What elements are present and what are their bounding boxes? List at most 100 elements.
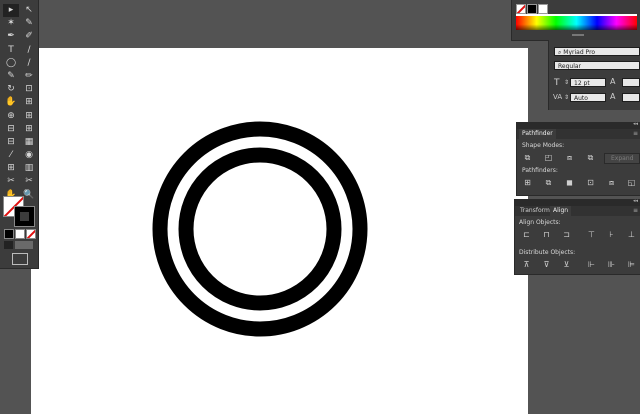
tool-5-0-icon[interactable]: ✎ bbox=[3, 70, 19, 83]
align-objects-label: Align Objects: bbox=[519, 219, 561, 226]
tool-9-0-icon[interactable]: ⊟ bbox=[3, 123, 19, 136]
distribute-left-icon[interactable]: ⊩ bbox=[587, 260, 596, 269]
expand-button[interactable]: Expand bbox=[604, 153, 640, 164]
minus-back-icon[interactable]: ◱ bbox=[627, 178, 636, 187]
concentric-circles-artwork[interactable] bbox=[150, 120, 372, 342]
tool-11-1-icon[interactable]: ◉ bbox=[21, 149, 37, 162]
align-left-icon[interactable]: ⊏ bbox=[522, 230, 531, 239]
minus-front-icon[interactable]: ◰ bbox=[544, 153, 553, 162]
tool-6-0-icon[interactable]: ↻ bbox=[3, 83, 19, 96]
tool-4-1-icon[interactable]: / bbox=[21, 57, 37, 70]
fill-none-swatch[interactable] bbox=[516, 4, 526, 14]
gradient-mode-swatch[interactable] bbox=[15, 229, 25, 239]
divide-icon[interactable]: ⊞ bbox=[523, 178, 532, 187]
color-panel bbox=[511, 0, 640, 41]
tracking-field[interactable] bbox=[622, 93, 640, 102]
tools-panel: ▸ ↖ ✶ ✎ ✒ ✐ T / ◯ / ✎ ✏ ↻ ⊡ ✋ ⊞ ⊕ ⊞ ⊟ ⊞ ⊟ ▦ ⁄ ◉ ⊞ ▥ ✂ ✂ ✋ 🔍 bbox=[0, 0, 39, 269]
tool-10-0-icon[interactable]: ⊟ bbox=[3, 136, 19, 149]
tab-pathfinder[interactable]: Pathfinder bbox=[519, 129, 556, 139]
font-family-field[interactable]: ⌕ Myriad Pro bbox=[554, 47, 640, 56]
collapse-icon[interactable]: ◂◂ bbox=[633, 198, 638, 204]
search-icon: ⌕ bbox=[558, 49, 562, 56]
distribute-hcenter-icon[interactable]: ⊪ bbox=[607, 260, 616, 269]
color-mode-swatch[interactable] bbox=[4, 229, 14, 239]
tool-0-0-icon[interactable]: ▸ bbox=[3, 4, 19, 17]
draw-behind-icon[interactable] bbox=[15, 241, 33, 249]
tool-12-0-icon[interactable]: ⊞ bbox=[3, 162, 19, 175]
color-spectrum[interactable] bbox=[516, 16, 637, 30]
collapse-icon[interactable]: ◂◂ bbox=[633, 121, 638, 127]
kerning-stepper[interactable]: ⇕ bbox=[564, 94, 569, 101]
tool-9-1-icon[interactable]: ⊞ bbox=[21, 123, 37, 136]
font-size-icon: T bbox=[554, 78, 560, 88]
tool-12-1-icon[interactable]: ▥ bbox=[21, 162, 37, 175]
leading-field[interactable] bbox=[622, 78, 640, 87]
tool-3-0-icon[interactable]: T bbox=[3, 44, 19, 57]
align-bottom-icon[interactable]: ⊥ bbox=[627, 230, 636, 239]
exclude-icon[interactable]: ⧉ bbox=[586, 153, 595, 162]
font-family-value: Myriad Pro bbox=[563, 49, 596, 56]
tool-10-1-icon[interactable]: ▦ bbox=[21, 136, 37, 149]
drawing-modes[interactable] bbox=[4, 241, 34, 249]
tool-4-0-icon[interactable]: ◯ bbox=[3, 57, 19, 70]
tool-13-1-icon[interactable]: ✂ bbox=[21, 175, 37, 188]
font-style-value: Regular bbox=[558, 63, 582, 70]
tool-11-0-icon[interactable]: ⁄ bbox=[3, 149, 19, 162]
tool-8-0-icon[interactable]: ⊕ bbox=[3, 110, 19, 123]
tool-8-1-icon[interactable]: ⊞ bbox=[21, 110, 37, 123]
panel-tabs: Pathfinder ≡ bbox=[517, 129, 640, 139]
tool-2-1-icon[interactable]: ✐ bbox=[21, 30, 37, 43]
trim-icon[interactable]: ⧉ bbox=[544, 178, 553, 187]
stroke-swatch[interactable] bbox=[14, 206, 35, 227]
tool-7-1-icon[interactable]: ⊞ bbox=[21, 96, 37, 109]
distribute-objects-label: Distribute Objects: bbox=[519, 249, 576, 256]
panel-menu-icon[interactable]: ≡ bbox=[633, 129, 638, 139]
tab-align-label: Align bbox=[553, 207, 569, 214]
fill-stroke-swatches[interactable] bbox=[3, 196, 35, 227]
white-swatch[interactable] bbox=[538, 4, 548, 14]
tool-7-0-icon[interactable]: ✋ bbox=[3, 96, 19, 109]
tool-grid: ▸ ↖ ✶ ✎ ✒ ✐ T / ◯ / ✎ ✏ ↻ ⊡ ✋ ⊞ ⊕ ⊞ ⊟ ⊞ ⊟ ▦ ⁄ ◉ ⊞ ▥ ✂ ✂ ✋ 🔍 bbox=[3, 4, 37, 202]
tool-3-1-icon[interactable]: / bbox=[21, 44, 37, 57]
tool-0-1-icon[interactable]: ↖ bbox=[21, 4, 37, 17]
pathfinder-panel: ◂◂ Pathfinder ≡ Shape Modes: ⧉ ◰ ⧈ ⧉ Exp… bbox=[516, 121, 640, 196]
draw-normal-icon[interactable] bbox=[4, 241, 13, 249]
crop-icon[interactable]: ⊡ bbox=[586, 178, 595, 187]
font-style-field[interactable]: Regular bbox=[554, 61, 640, 70]
shape-modes-label: Shape Modes: bbox=[522, 142, 565, 149]
panel-menu-icon[interactable]: ≡ bbox=[633, 206, 638, 216]
tool-6-1-icon[interactable]: ⊡ bbox=[21, 83, 37, 96]
tool-5-1-icon[interactable]: ✏ bbox=[21, 70, 37, 83]
inner-ring[interactable] bbox=[178, 147, 342, 311]
screen-mode-icon[interactable] bbox=[12, 253, 28, 265]
kerning-field[interactable]: Auto bbox=[570, 93, 606, 102]
leading-icon: A bbox=[610, 77, 616, 86]
outline-icon[interactable]: ⧈ bbox=[607, 178, 616, 187]
tool-1-1-icon[interactable]: ✎ bbox=[21, 17, 37, 30]
tab-transform[interactable]: Transform bbox=[517, 206, 553, 216]
font-size-field[interactable]: 12 pt bbox=[570, 78, 606, 87]
align-right-icon[interactable]: ⊐ bbox=[562, 230, 571, 239]
tool-13-0-icon[interactable]: ✂ bbox=[3, 175, 19, 188]
intersect-icon[interactable]: ⧈ bbox=[565, 153, 574, 162]
none-mode-swatch[interactable] bbox=[26, 229, 36, 239]
font-size-stepper[interactable]: ⇕ bbox=[564, 79, 569, 86]
tool-1-0-icon[interactable]: ✶ bbox=[3, 17, 19, 30]
stroke-black-swatch[interactable] bbox=[527, 4, 537, 14]
align-vcenter-icon[interactable]: ⊦ bbox=[607, 230, 616, 239]
unite-icon[interactable]: ⧉ bbox=[523, 153, 532, 162]
align-hcenter-icon[interactable]: ⊓ bbox=[542, 230, 551, 239]
distribute-top-icon[interactable]: ⊼ bbox=[522, 260, 531, 269]
tracking-icon-2: A bbox=[610, 92, 616, 101]
tab-align[interactable]: Align bbox=[550, 206, 572, 216]
tool-2-0-icon[interactable]: ✒ bbox=[3, 30, 19, 43]
distribute-bottom-icon[interactable]: ⊻ bbox=[562, 260, 571, 269]
panel-tabs: Transform Align ≡ bbox=[515, 206, 640, 216]
distribute-right-icon[interactable]: ⊫ bbox=[627, 260, 636, 269]
panel-resize-handle[interactable] bbox=[572, 34, 584, 36]
character-panel: ⌕ Myriad Pro Regular T ⇕ 12 pt A VA ⇕ Au… bbox=[548, 40, 640, 110]
distribute-vcenter-icon[interactable]: ⊽ bbox=[542, 260, 551, 269]
align-top-icon[interactable]: ⊤ bbox=[587, 230, 596, 239]
merge-icon[interactable]: ◼ bbox=[565, 178, 574, 187]
align-panel: ◂◂ Transform Align ≡ Align Objects: ⊏ ⊓ … bbox=[514, 198, 640, 275]
